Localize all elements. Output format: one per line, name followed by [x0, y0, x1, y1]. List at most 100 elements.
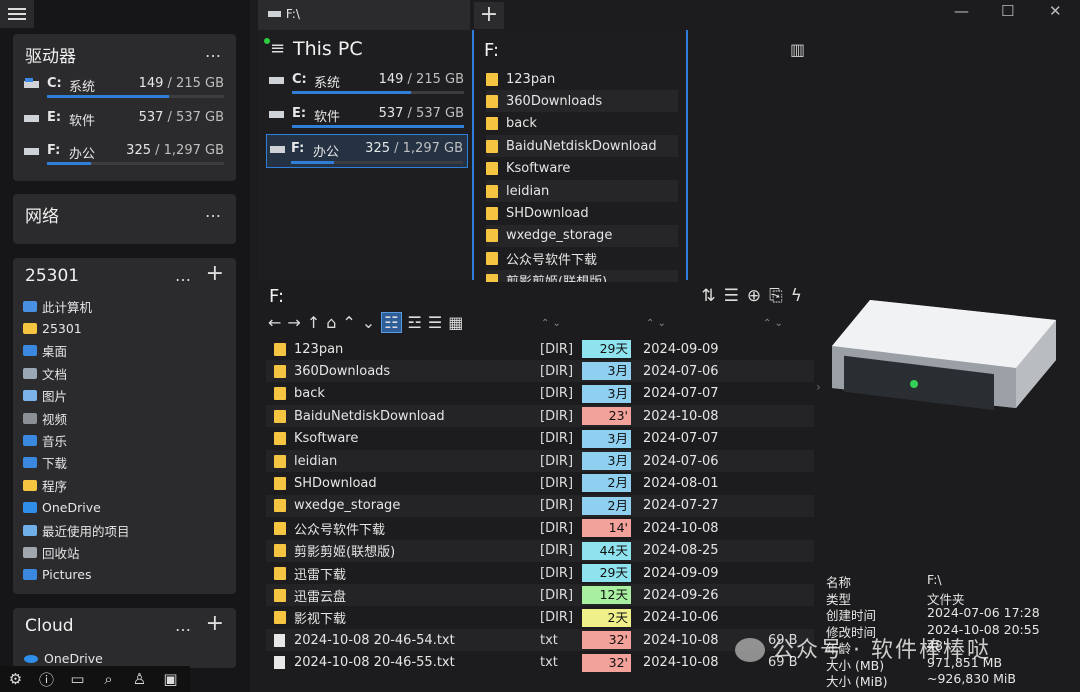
drive-used: 325: [365, 141, 390, 156]
add-icon[interactable]: +: [206, 613, 224, 635]
network-card: 网络 …: [13, 194, 236, 244]
drive-used: 325: [126, 143, 151, 158]
folder-item[interactable]: Ksoftware: [486, 158, 678, 180]
flash-icon[interactable]: ϟ: [791, 286, 810, 306]
folder-item-label: wxedge_storage: [506, 228, 613, 244]
drive-row-c[interactable]: C: 系统 149 / 215 GB: [23, 76, 224, 104]
file-name-label: BaiduNetdiskDownload: [294, 408, 445, 424]
folder-item[interactable]: leidian: [486, 180, 678, 202]
cloud-item-onedrive[interactable]: OneDrive: [23, 648, 103, 668]
chevron-right-icon[interactable]: ›: [816, 380, 821, 394]
drive-usage-bar: [47, 162, 224, 165]
list-view-icon[interactable]: ☷: [381, 312, 402, 333]
list-menu-icon[interactable]: ≡: [270, 38, 285, 59]
add-circle-icon[interactable]: ⊕: [747, 286, 769, 306]
chevron-down-icon[interactable]: ⌄: [362, 313, 375, 332]
file-row[interactable]: leidian [DIR] 3月 2024-07-06: [266, 450, 814, 472]
back-arrow-icon[interactable]: ←: [268, 313, 281, 332]
pc-card-item[interactable]: 音乐: [23, 430, 67, 450]
pc-card-item[interactable]: 文档: [23, 363, 67, 383]
details-icon[interactable]: ☰: [724, 286, 747, 306]
file-row[interactable]: wxedge_storage [DIR] 2月 2024-07-27: [266, 494, 814, 517]
folder-item-label: Ksoftware: [506, 161, 571, 177]
pc-card-item[interactable]: 回收站: [23, 542, 80, 562]
left-sidebar: 驱动器 … C: 系统 149 / 215 GB E: 软件 537 / 537…: [0, 0, 250, 692]
file-row[interactable]: 迅雷云盘 [DIR] 12天 2024-09-26: [266, 584, 814, 607]
folder-item[interactable]: SHDownload: [486, 202, 678, 224]
sort-size-icon[interactable]: ⌃ ⌄: [763, 318, 783, 329]
file-row[interactable]: BaiduNetdiskDownload [DIR] 23' 2024-10-08: [266, 405, 814, 428]
drive-row-e[interactable]: E: 软件 537 / 537 GB: [268, 106, 464, 134]
folder-up-icon[interactable]: ⌂: [326, 313, 336, 332]
file-row[interactable]: 迅雷下载 [DIR] 29天 2024-09-09: [266, 562, 814, 584]
more-icon[interactable]: …: [175, 266, 192, 285]
up-arrow-icon[interactable]: ↑: [307, 313, 320, 332]
folder-item[interactable]: wxedge_storage: [486, 224, 678, 247]
user-icon[interactable]: ♙: [124, 670, 155, 688]
folder-item[interactable]: back: [486, 113, 678, 135]
maximize-icon[interactable]: ☐: [1001, 2, 1014, 20]
add-icon[interactable]: +: [206, 263, 224, 285]
pc-card-item[interactable]: 25301: [23, 318, 82, 338]
drive-used: 537: [138, 110, 164, 125]
folder-item[interactable]: 公众号软件下载: [486, 247, 678, 269]
more-icon[interactable]: …: [205, 202, 222, 221]
file-row[interactable]: 公众号软件下载 [DIR] 14' 2024-10-08: [266, 517, 814, 539]
file-row[interactable]: 360Downloads [DIR] 3月 2024-07-06: [266, 360, 814, 383]
file-row[interactable]: 剪影剪姬(联想版) [DIR] 44天 2024-08-25: [266, 539, 814, 562]
pc-card-item[interactable]: 程序: [23, 475, 67, 495]
folder-icon: [274, 544, 286, 558]
more-icon[interactable]: …: [205, 42, 222, 61]
file-row[interactable]: 影视下载 [DIR] 2天 2024-10-06: [266, 607, 814, 629]
columns-icon[interactable]: ▥: [790, 40, 805, 59]
forward-arrow-icon[interactable]: →: [287, 313, 300, 332]
file-row[interactable]: 2024-10-08 20-46-54.txt txt 32' 2024-10-08 6…: [266, 629, 814, 652]
file-row[interactable]: back [DIR] 3月 2024-07-07: [266, 383, 814, 405]
pc-card-item[interactable]: 图片: [23, 386, 67, 406]
folder-item[interactable]: 360Downloads: [486, 90, 678, 113]
sort-icon[interactable]: ⇅: [701, 286, 723, 306]
pc-card-item[interactable]: 视频: [23, 408, 67, 428]
settings-icon[interactable]: ⚙: [0, 670, 31, 688]
file-name: 2024-10-08 20-46-55.txt: [274, 655, 455, 670]
pc-card-item[interactable]: 最近使用的项目: [23, 520, 130, 540]
more-icon[interactable]: …: [175, 616, 192, 635]
compact-view-icon[interactable]: ☰: [428, 313, 442, 332]
close-icon[interactable]: ✕: [1049, 2, 1062, 20]
folder-icon: [274, 566, 286, 580]
file-date: 2024-07-06: [643, 453, 719, 469]
info-icon[interactable]: ⓘ: [31, 669, 62, 690]
detail-view-icon[interactable]: ☲: [408, 313, 422, 332]
menu-icon[interactable]: [0, 0, 34, 28]
file-row[interactable]: Ksoftware [DIR] 3月 2024-07-07: [266, 428, 814, 450]
drive-row-e[interactable]: E: 软件 537 / 537 GB: [23, 110, 224, 138]
minimize-icon[interactable]: —: [954, 2, 969, 20]
bottom-toolbar: ⚙ ⓘ ▭ ⌕ ♙ ▣: [0, 666, 190, 692]
grid-view-icon[interactable]: ▦: [448, 313, 463, 332]
paste-icon[interactable]: ⎘: [769, 286, 791, 306]
pc-card-item[interactable]: 桌面: [23, 341, 67, 361]
pc-card-item[interactable]: 此计算机: [23, 296, 92, 316]
file-row[interactable]: SHDownload [DIR] 2月 2024-08-01: [266, 472, 814, 494]
file-row[interactable]: 2024-10-08 20-46-55.txt txt 32' 2024-10-08 6…: [266, 652, 814, 674]
new-tab-button[interactable]: +: [474, 2, 504, 29]
file-row[interactable]: 123pan [DIR] 29天 2024-09-09: [266, 338, 814, 360]
pc-card-item[interactable]: Pictures: [23, 565, 92, 585]
sort-date-icon[interactable]: ⌃ ⌄: [646, 318, 666, 329]
tab-f-drive[interactable]: F:\: [258, 0, 470, 30]
screen-icon[interactable]: ▣: [155, 670, 186, 688]
sort-type-icon[interactable]: ⌃ ⌄: [541, 318, 561, 329]
drive-row-c[interactable]: C: 系统 149 / 215 GB: [268, 72, 464, 100]
pc-card-item[interactable]: 下载: [23, 453, 67, 473]
file-type: [DIR]: [540, 475, 574, 491]
folder-item[interactable]: BaiduNetdiskDownload: [486, 135, 678, 158]
pc-card-item[interactable]: OneDrive: [23, 498, 101, 518]
search-icon[interactable]: ⌕: [93, 670, 124, 688]
property-value: 2024-07-06 17:28: [927, 605, 1040, 620]
drive-row-f[interactable]: F: 办公 325 / 1,297 GB: [23, 143, 224, 171]
drive-row-f-selected[interactable]: F: 办公 325 / 1,297 GB: [266, 134, 468, 168]
panel-icon[interactable]: ▭: [62, 670, 93, 688]
cloud-card: Cloud … + OneDrive: [13, 608, 236, 668]
folder-item[interactable]: 123pan: [486, 68, 678, 90]
chevron-up-icon[interactable]: ⌃: [342, 313, 355, 332]
